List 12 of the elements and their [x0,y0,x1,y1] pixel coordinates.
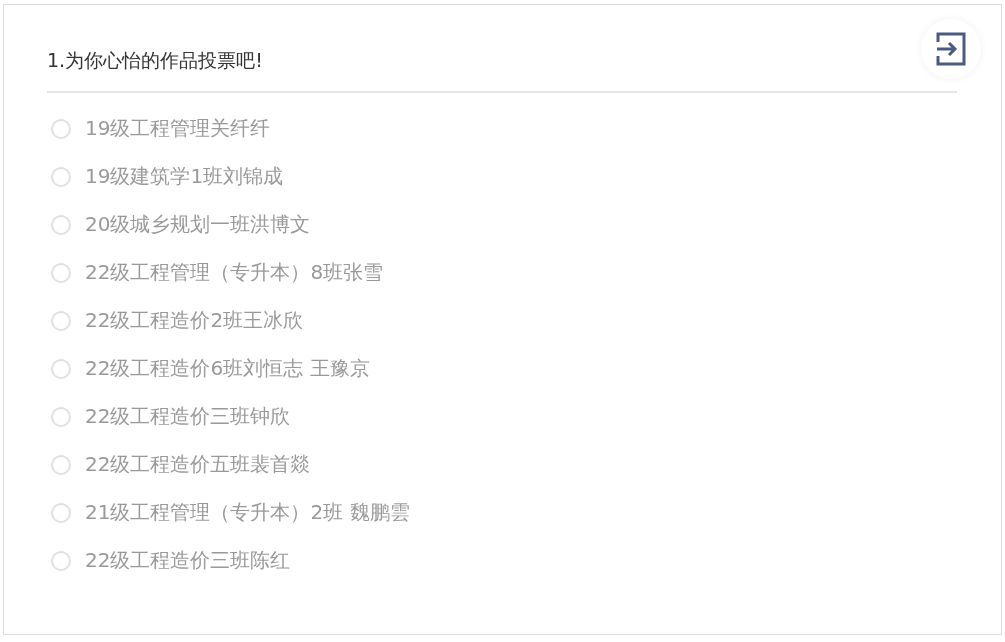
option-label: 20级城乡规划一班洪博文 [85,211,311,238]
option-label: 22级工程管理（专升本）8班张雪 [85,259,384,286]
question-title: 1.为你心怡的作品投票吧! [47,48,263,73]
option-label: 22级工程造价6班刘恒志 王豫京 [85,355,370,382]
option-label: 22级工程造价三班钟欣 [85,403,291,430]
option-label: 22级工程造价三班陈红 [85,547,291,574]
option-label: 19级工程管理关纤纤 [85,115,271,142]
option-label: 21级工程管理（专升本）2班 魏鹏雲 [85,499,410,526]
exit-icon [935,31,967,67]
option-label: 22级工程造价五班裴首燚 [85,451,311,478]
option-label: 22级工程造价2班王冰欣 [85,307,304,334]
option-label: 19级建筑学1班刘锦成 [85,163,284,190]
